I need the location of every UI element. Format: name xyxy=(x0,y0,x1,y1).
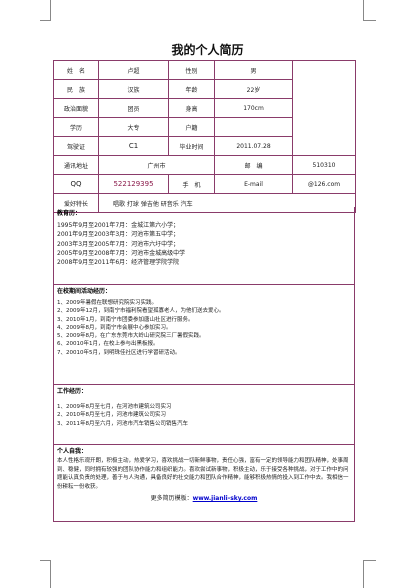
gender-label: 性别 xyxy=(168,60,215,80)
work-item: 1、2009年8月至七月，在河池市建筑公司实习 xyxy=(57,404,172,410)
hukou-value xyxy=(214,117,293,137)
license-label: 驾驶证 xyxy=(53,136,99,156)
resume-title: 我的个人简历 xyxy=(171,43,244,57)
self-text: 本人性格乐观开朗，积极主动，热爱学习，喜欢挑战一切新鲜事物，责任心强，富有一定的… xyxy=(57,458,349,490)
qq-value: 522129395 xyxy=(98,174,169,194)
personal-info-table: 姓 名 卢超 性别 男 民 族 汉族 年龄 22岁 政治面貌 团员 身高 170… xyxy=(53,60,356,213)
practice-item: 6、20010年1月，在校上参与出黑板报。 xyxy=(57,341,159,348)
practice-section: 在校期间活动经历： 1、2009年暑假在联想研究院实习实践。 2、2009年12… xyxy=(53,285,355,385)
hukou-label: 户籍 xyxy=(168,117,215,137)
phone-label: 手 机 xyxy=(168,174,215,194)
practice-item: 3、2010年1月，到南宁市团委参加唐山社区进行服务。 xyxy=(57,316,194,323)
name-label: 姓 名 xyxy=(53,60,99,80)
work-title: 工作经历： xyxy=(57,388,88,395)
crop-mark-top-right xyxy=(363,0,376,21)
practice-title: 在校期间活动经历： xyxy=(57,288,112,295)
practice-item: 5、2009年8月，在广东东莞市大岭山研究院三厂暑假实践。 xyxy=(57,333,205,339)
education-item: 1995年9月至2001年7月：金城江第六小学； xyxy=(57,222,180,229)
self-title: 个人自我： xyxy=(57,448,88,455)
postcode-label: 邮 编 xyxy=(214,155,293,175)
education-item: 2001年9月至2003年3月：河池市第五中学； xyxy=(57,231,180,239)
email-value: @126.com xyxy=(292,174,356,194)
education-title: 教育历： xyxy=(57,210,82,217)
height-value: 170cm xyxy=(214,98,293,118)
practice-item: 1、2009年暑假在联想研究院实习实践。 xyxy=(57,300,157,306)
gender-value: 男 xyxy=(214,60,293,80)
politics-value: 团员 xyxy=(98,98,169,118)
postcode-value: 510310 xyxy=(292,155,356,175)
crop-mark-bottom-left xyxy=(40,560,51,588)
more-label: 更多简历模板： xyxy=(150,495,193,503)
qq-label: QQ xyxy=(53,174,99,194)
education-item: 2005年9月至2008年7月：河池市金城高级中学 xyxy=(57,249,186,257)
grad-label: 毕业时间 xyxy=(168,136,215,156)
education-label: 学历 xyxy=(53,117,99,137)
self-evaluation-section: 个人自我： 本人性格乐观开朗，积极主动，热爱学习，喜欢挑战一切新鲜事物，责任心强… xyxy=(53,445,355,522)
email-label: E-mail xyxy=(214,174,293,194)
education-item: 2008年9月至2011年6月：经济管理学院学院 xyxy=(57,259,180,267)
ethnicity-label: 民 族 xyxy=(53,79,99,99)
practice-item: 7、20010年5月，到明珠佳社区进行学習研活动。 xyxy=(57,349,181,356)
crop-mark-top-left xyxy=(40,0,51,21)
grad-value: 2011.07.28 xyxy=(214,136,293,156)
age-value: 22岁 xyxy=(214,79,293,99)
education-value: 大专 xyxy=(98,117,169,137)
education-section: 教育历： 1995年9月至2001年7月：金城江第六小学； 2001年9月至20… xyxy=(53,207,355,285)
ethnicity-value: 汉族 xyxy=(98,79,169,99)
license-value: C1 xyxy=(98,136,169,156)
address-label: 通讯地址 xyxy=(53,155,99,175)
practice-item: 2、2009年12月，到南宁市福利院看望孤寡老人，为他们送去爱心。 xyxy=(57,308,225,315)
more-link[interactable]: www.jianli-sky.com xyxy=(193,495,258,502)
practice-item: 4、2009年8月，到南宁市会展中心参加实习。 xyxy=(57,324,172,331)
age-label: 年龄 xyxy=(168,79,215,99)
work-section: 工作经历： 1、2009年8月至七月，在河池市建筑公司实习 2、2010年8月至… xyxy=(53,385,355,445)
politics-label: 政治面貌 xyxy=(53,98,99,118)
work-item: 3、2011年8月至六月，河池市汽车销售公司销售汽车 xyxy=(57,420,188,427)
work-item: 2、2010年8月至七月，河池市建筑公司实习 xyxy=(57,412,166,419)
crop-mark-bottom-right xyxy=(363,560,376,588)
name-value: 卢超 xyxy=(98,60,169,80)
address-value: 广州市 xyxy=(98,155,215,175)
height-label: 身高 xyxy=(168,98,215,118)
photo-placeholder xyxy=(292,60,356,156)
more-templates: 更多简历模板：www.jianli-sky.com xyxy=(57,494,351,503)
education-item: 2003年3月至2005年7月：河池市六圩中学； xyxy=(57,240,180,248)
